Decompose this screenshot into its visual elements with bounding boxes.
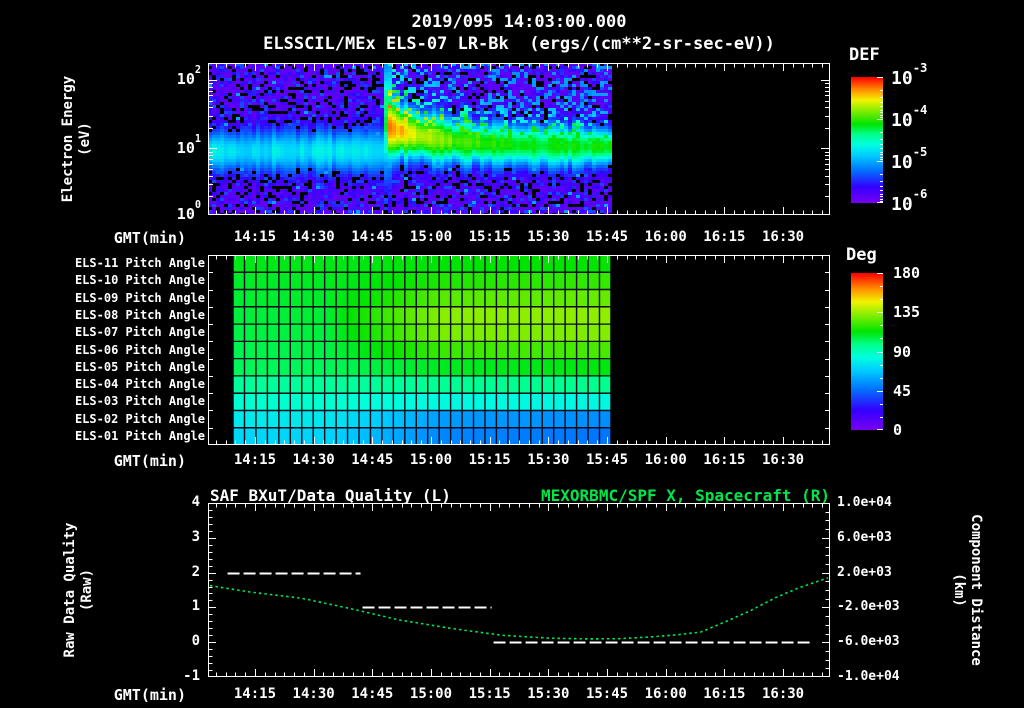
- time-tick-label-452,middle: 15:15: [460, 452, 520, 468]
- time-tick-label-452,middle: 16:30: [753, 452, 813, 468]
- def-tick-label: 10-5: [891, 150, 927, 173]
- deg-colorbar: [851, 273, 883, 430]
- time-tick-label-229,top: 15:00: [401, 229, 461, 245]
- distance-axis-label-line2: (km): [950, 573, 967, 607]
- pitch-row-label: ELS-04 Pitch Angle: [45, 377, 205, 391]
- time-tick-label-229,top: 15:30: [518, 229, 578, 245]
- time-tick-label-229,top: 15:15: [460, 229, 520, 245]
- def-colorbar-title: DEF: [849, 45, 880, 65]
- time-tick-label-686,bottom: 16:15: [694, 686, 754, 702]
- time-tick-label-229,top: 16:15: [694, 229, 754, 245]
- quality-axis-label-line1: Raw Data Quality: [62, 523, 79, 658]
- gmt-label-middle: GMT(min): [106, 452, 186, 470]
- pitch-row-label: ELS-03 Pitch Angle: [45, 394, 205, 408]
- distance-tick-label: -1.0e+04: [837, 669, 900, 684]
- quality-distance-plot-canvas: [208, 503, 830, 677]
- quality-tick-label: 1: [150, 598, 200, 614]
- quality-axis-label-line2: (Raw): [79, 569, 96, 611]
- energy-spectrogram-canvas: [208, 63, 830, 215]
- def-tick-label: 10-4: [891, 108, 927, 131]
- energy-axis-label-line2: (eV): [77, 122, 94, 156]
- distance-tick-label: -6.0e+03: [837, 634, 900, 649]
- time-tick-label-686,bottom: 15:00: [401, 686, 461, 702]
- distance-axis-label: Component Distance (km): [950, 500, 984, 680]
- def-tick-label: 10-6: [891, 192, 927, 215]
- pitch-angle-grid-canvas: [208, 255, 830, 445]
- energy-tick-label: 100: [141, 205, 201, 223]
- deg-tick-label: 45: [893, 382, 911, 400]
- distance-tick-label: 6.0e+03: [837, 530, 892, 545]
- page-title: ELSSCIL/MEx ELS-07 LR-Bk (ergs/(cm**2-sr…: [208, 34, 830, 54]
- tplot-screen: 2019/095 14:03:00.000 ELSSCIL/MEx ELS-07…: [0, 0, 1024, 708]
- pitch-row-label: ELS-07 Pitch Angle: [45, 325, 205, 339]
- pitch-row-label: ELS-02 Pitch Angle: [45, 412, 205, 426]
- deg-tick-label: 135: [893, 303, 920, 321]
- time-tick-label-686,bottom: 16:30: [753, 686, 813, 702]
- deg-colorbar-title: Deg: [846, 245, 877, 265]
- time-tick-label-686,bottom: 16:00: [636, 686, 696, 702]
- quality-tick-label: 4: [150, 494, 200, 510]
- pitch-row-label: ELS-05 Pitch Angle: [45, 360, 205, 374]
- time-tick-label-686,bottom: 15:15: [460, 686, 520, 702]
- time-tick-label-452,middle: 16:00: [636, 452, 696, 468]
- page-timestamp: 2019/095 14:03:00.000: [208, 12, 830, 32]
- distance-tick-label: 2.0e+03: [837, 565, 892, 580]
- time-tick-label-686,bottom: 15:45: [577, 686, 637, 702]
- time-tick-label-229,top: 16:00: [636, 229, 696, 245]
- pitch-row-label: ELS-09 Pitch Angle: [45, 291, 205, 305]
- energy-tick-label: 101: [141, 139, 201, 157]
- deg-tick-label: 90: [893, 343, 911, 361]
- time-tick-label-452,middle: 15:00: [401, 452, 461, 468]
- pitch-row-label: ELS-08 Pitch Angle: [45, 308, 205, 322]
- gmt-label-top: GMT(min): [106, 229, 186, 247]
- distance-tick-label: -2.0e+03: [837, 599, 900, 614]
- pitch-row-label: ELS-10 Pitch Angle: [45, 273, 205, 287]
- quality-axis-label: Raw Data Quality (Raw): [62, 510, 96, 670]
- time-tick-label-452,middle: 15:45: [577, 452, 637, 468]
- time-tick-label-452,middle: 15:30: [518, 452, 578, 468]
- pitch-row-label: ELS-01 Pitch Angle: [45, 429, 205, 443]
- time-tick-label-229,top: 16:30: [753, 229, 813, 245]
- time-tick-label-229,top: 14:45: [342, 229, 402, 245]
- time-tick-label-452,middle: 16:15: [694, 452, 754, 468]
- deg-tick-label: 180: [893, 264, 920, 282]
- energy-axis-label-line1: Electron Energy: [60, 76, 77, 202]
- time-tick-label-229,top: 14:30: [284, 229, 344, 245]
- def-colorbar: [851, 77, 883, 203]
- energy-axis-label: Electron Energy (eV): [60, 59, 94, 219]
- distance-axis-label-line1: Component Distance: [967, 514, 984, 666]
- quality-tick-label: 2: [150, 564, 200, 580]
- time-tick-label-686,bottom: 15:30: [518, 686, 578, 702]
- time-tick-label-452,middle: 14:45: [342, 452, 402, 468]
- pitch-row-label: ELS-06 Pitch Angle: [45, 343, 205, 357]
- deg-tick-label: 0: [893, 421, 902, 439]
- time-tick-label-686,bottom: 14:45: [342, 686, 402, 702]
- gmt-label-bottom: GMT(min): [106, 686, 186, 704]
- time-tick-label-686,bottom: 14:30: [284, 686, 344, 702]
- time-tick-label-452,middle: 14:30: [284, 452, 344, 468]
- quality-tick-label: 0: [150, 633, 200, 649]
- pitch-row-label: ELS-11 Pitch Angle: [45, 256, 205, 270]
- distance-tick-label: 1.0e+04: [837, 495, 892, 510]
- def-tick-label: 10-3: [891, 66, 927, 89]
- time-tick-label-229,top: 14:15: [225, 229, 285, 245]
- time-tick-label-229,top: 15:45: [577, 229, 637, 245]
- quality-tick-label: -1: [150, 668, 200, 684]
- time-tick-label-686,bottom: 14:15: [225, 686, 285, 702]
- quality-tick-label: 3: [150, 529, 200, 545]
- energy-tick-label: 102: [141, 70, 201, 88]
- time-tick-label-452,middle: 14:15: [225, 452, 285, 468]
